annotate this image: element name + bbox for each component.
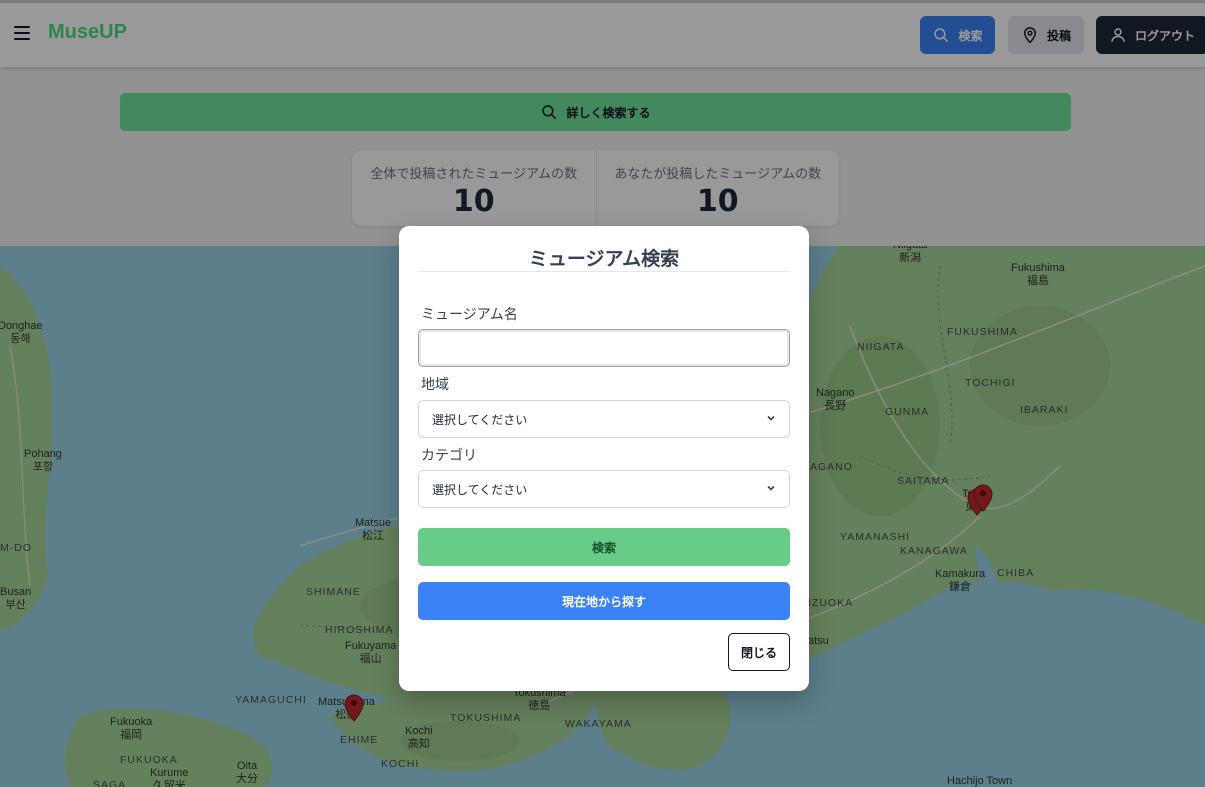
museum-name-label: ミュージアム名 bbox=[421, 307, 518, 323]
category-select[interactable]: 選択してください bbox=[418, 470, 790, 508]
region-select-value: 選択してください bbox=[432, 412, 528, 427]
museum-name-input[interactable] bbox=[418, 329, 790, 367]
chevron-down-icon bbox=[767, 485, 775, 491]
chevron-down-icon bbox=[767, 415, 775, 421]
modal-title: ミュージアム検索 bbox=[528, 248, 680, 270]
region-label: 地域 bbox=[421, 377, 449, 393]
modal-search-button[interactable]: 検索 bbox=[418, 528, 790, 566]
category-select-value: 選択してください bbox=[432, 482, 528, 497]
search-by-location-button[interactable]: 現在地から探す bbox=[418, 582, 790, 620]
region-select[interactable]: 選択してください bbox=[418, 400, 790, 438]
category-label: カテゴリ bbox=[421, 448, 477, 464]
museum-search-modal: ミュージアム検索 ミュージアム名 地域 選択してください カテゴリ 選択してくだ… bbox=[399, 226, 809, 691]
modal-divider bbox=[419, 271, 789, 272]
close-button[interactable]: 閉じる bbox=[728, 633, 790, 671]
